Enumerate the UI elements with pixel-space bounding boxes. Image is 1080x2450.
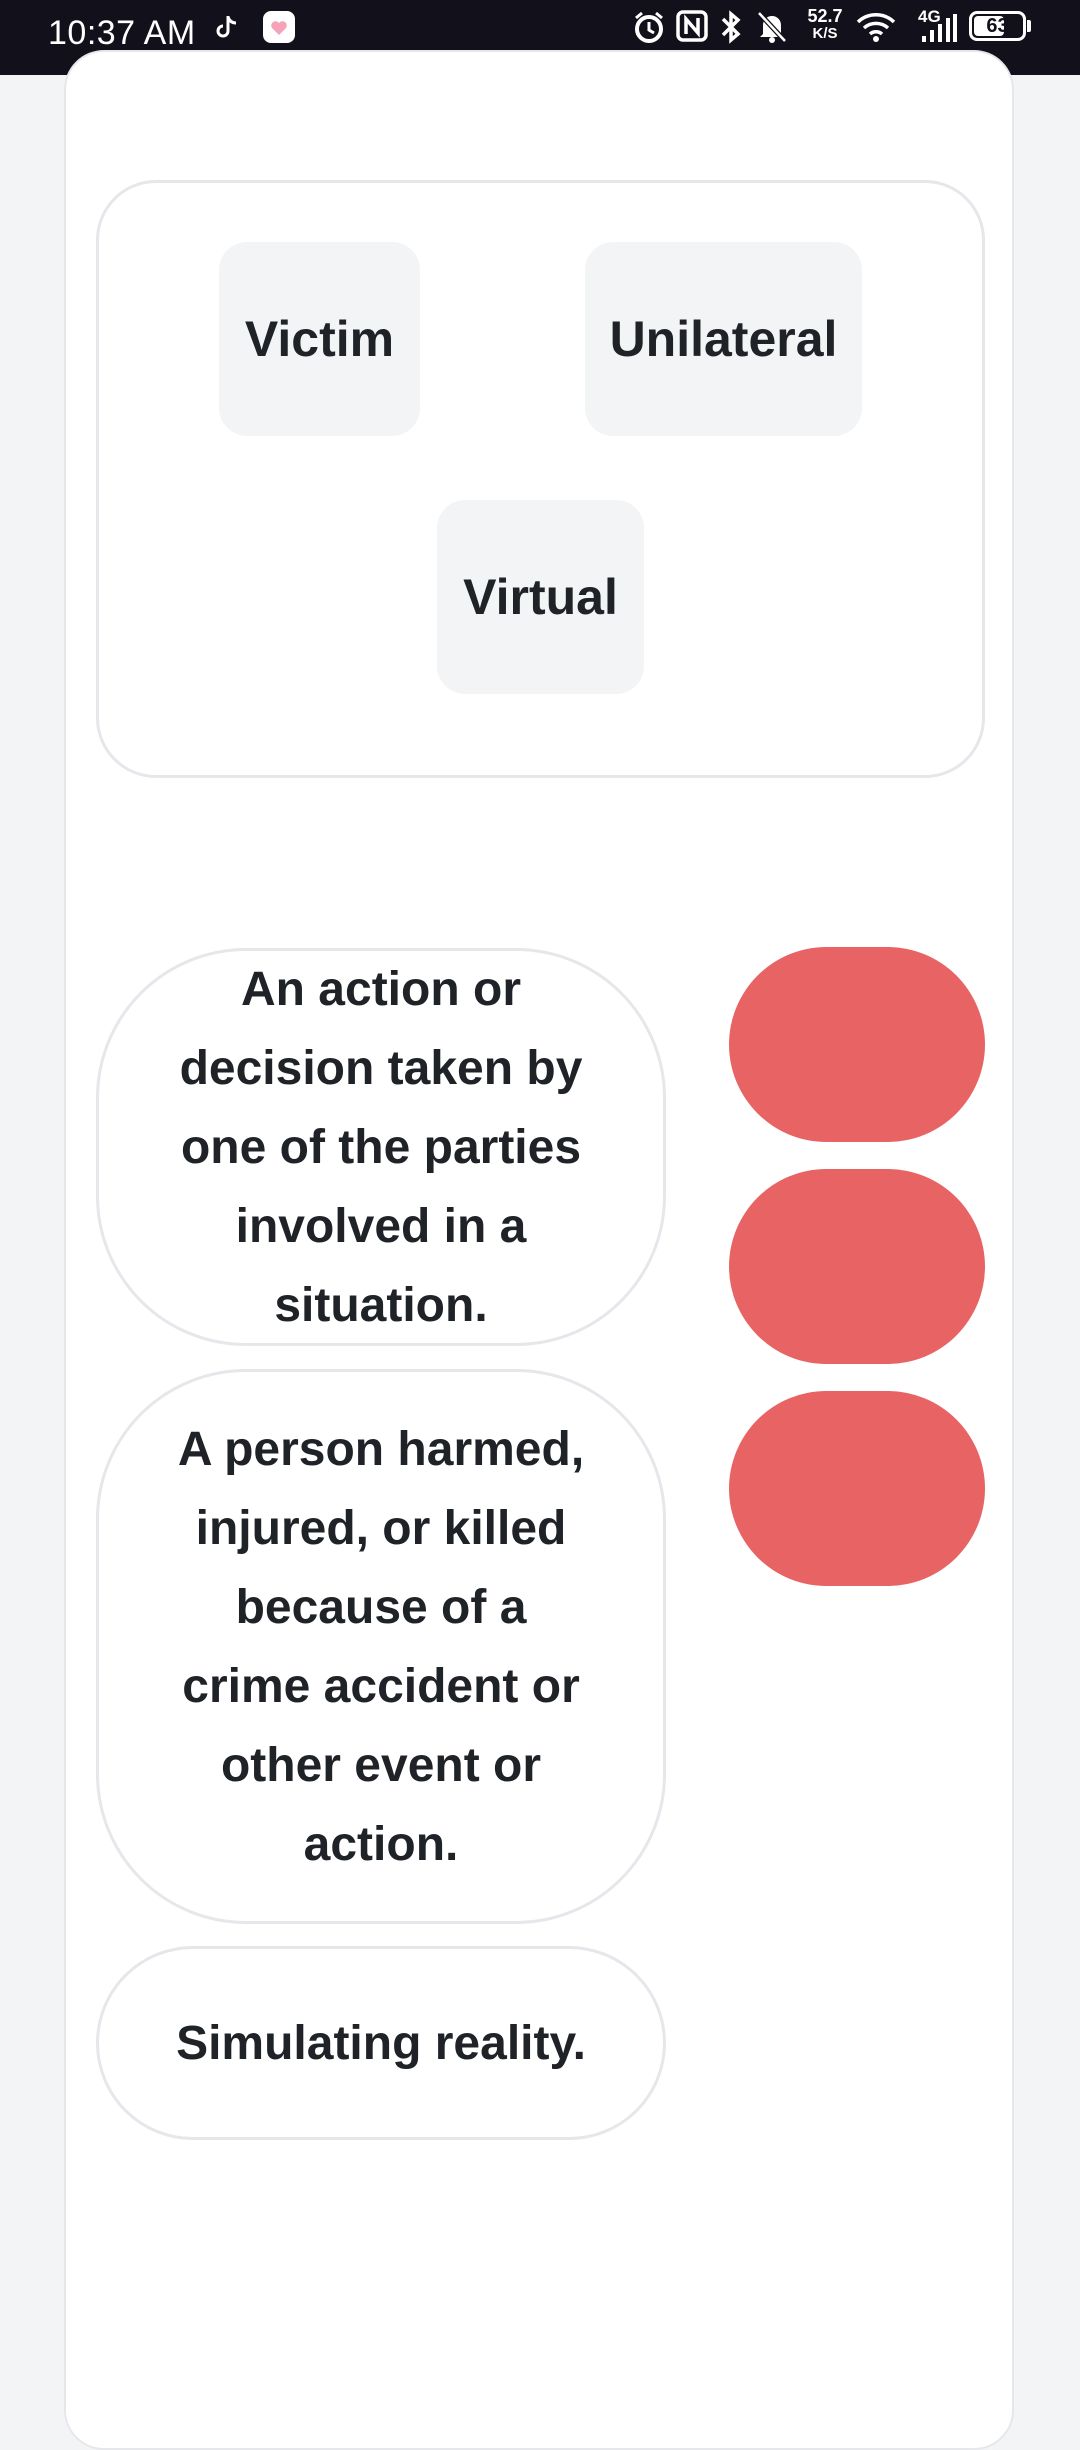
signal-icon	[922, 14, 957, 42]
word-chip-victim[interactable]: Victim	[219, 242, 420, 436]
definition-card-3: Simulating reality.	[96, 1946, 666, 2140]
definition-card-1: An action or decision taken by one of th…	[96, 948, 666, 1346]
battery-percent: 63	[986, 15, 1009, 37]
network-speed: 52.7 K/S	[807, 6, 843, 42]
word-chip-unilateral[interactable]: Unilateral	[585, 242, 862, 436]
heart-app-icon	[263, 11, 295, 43]
alarm-icon	[635, 11, 663, 43]
battery-icon: 63	[969, 11, 1026, 41]
word-chip-virtual[interactable]: Virtual	[437, 500, 644, 694]
bell-muted-icon	[757, 11, 787, 43]
answer-slot-2[interactable]	[729, 1169, 985, 1364]
definition-card-2: A person harmed, injured, or killed beca…	[96, 1369, 666, 1924]
wifi-icon	[856, 13, 896, 42]
definition-text-3: Simulating reality.	[176, 2016, 586, 2070]
bluetooth-icon	[721, 10, 741, 44]
tiktok-icon	[216, 16, 237, 38]
battery-tip	[1027, 20, 1031, 32]
nfc-icon	[676, 10, 708, 42]
answer-slot-1[interactable]	[729, 947, 985, 1142]
definition-text-1: An action or decision taken by one of th…	[179, 962, 583, 1332]
answer-slot-3[interactable]	[729, 1391, 985, 1586]
definition-text-2: A person harmed, injured, or killed beca…	[177, 1422, 585, 1871]
